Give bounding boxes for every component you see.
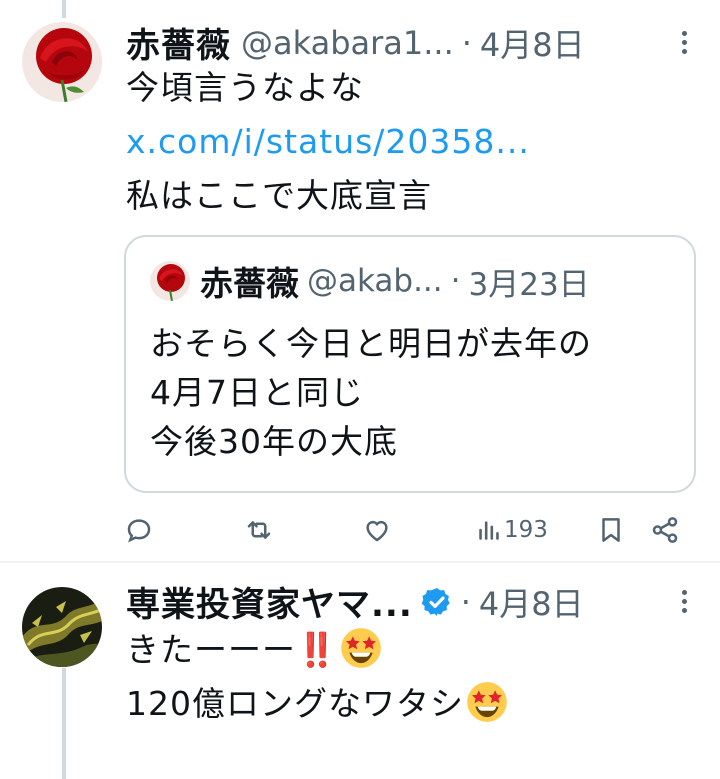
quoted-post[interactable]: 赤薔薇 @akab... · 3月23日 おそらく今日と明日が去年の 4月7日と… [124, 235, 696, 493]
action-bar: 193 [124, 510, 694, 550]
double-exclamation-icon: ‼️ [296, 630, 339, 669]
repost-icon [247, 521, 271, 539]
bookmark-button[interactable] [596, 510, 626, 550]
post-link[interactable]: x.com/i/status/20358... [126, 120, 530, 164]
post-text-line-2-text: 120億ロングなワタシ [126, 684, 464, 723]
post-akabara[interactable]: 赤薔薇 @akabara1... · 4月8日 今頃言うなよな x.com/i/… [0, 0, 720, 563]
avatar-rose[interactable] [22, 22, 102, 102]
like-button[interactable] [362, 510, 392, 550]
author-name[interactable]: 赤薔薇 [126, 18, 231, 67]
quote-text: おそらく今日と明日が去年の 4月7日と同じ 今後30年の大底 [150, 319, 592, 466]
like-icon [366, 520, 388, 542]
quote-avatar-rose [150, 261, 190, 301]
quote-header: 赤薔薇 @akab... · 3月23日 [200, 257, 670, 305]
more-icon[interactable] [672, 587, 696, 617]
post-date[interactable]: 4月8日 [479, 579, 584, 625]
views-count: 193 [504, 517, 548, 543]
share-icon [652, 517, 678, 543]
reply-button[interactable] [124, 510, 154, 550]
share-button[interactable] [650, 510, 680, 550]
post-text-line-1-text: きたーーー [126, 630, 296, 669]
post-text-line-2: 120億ロングなワタシ [126, 681, 508, 726]
separator-dot: · [461, 23, 472, 62]
separator-dot: · [450, 263, 461, 299]
repost-button[interactable] [244, 510, 274, 550]
quote-text-line-1: おそらく今日と明日が去年の [150, 324, 592, 363]
post-text-line-1: きたーーー‼️ [126, 627, 382, 672]
reply-icon [127, 519, 151, 543]
quote-text-line-3: 今後30年の大底 [150, 422, 398, 461]
views-button[interactable]: 193 [476, 510, 548, 550]
more-icon[interactable] [672, 28, 696, 58]
separator-dot: · [460, 582, 471, 621]
post-text-line-3: 私はここで大底宣言 [126, 176, 432, 215]
post-yama[interactable]: 専業投資家ヤマ... · 4月8日 きたーーー‼️ 120億ロングなワタシ [0, 565, 720, 779]
post-text-line-1: 今頃言うなよな [126, 68, 364, 107]
author-handle[interactable]: @akabara1... [241, 24, 454, 62]
bookmark-icon [602, 518, 620, 542]
star-struck-emoji [467, 682, 507, 722]
avatar-dragon[interactable] [22, 587, 102, 667]
views-icon [479, 521, 499, 540]
author-name[interactable]: 専業投資家ヤマ... [126, 577, 413, 626]
quote-date: 3月23日 [468, 266, 590, 303]
post-header: 専業投資家ヤマ... · 4月8日 [126, 577, 696, 626]
quote-author-name: 赤薔薇 [200, 264, 299, 303]
verified-badge-icon [421, 587, 450, 616]
quote-text-line-2: 4月7日と同じ [150, 373, 364, 412]
star-struck-emoji [341, 628, 381, 668]
post-date[interactable]: 4月8日 [480, 20, 585, 66]
post-header: 赤薔薇 @akabara1... · 4月8日 [126, 18, 696, 67]
quote-author-handle: @akab... [307, 263, 443, 299]
